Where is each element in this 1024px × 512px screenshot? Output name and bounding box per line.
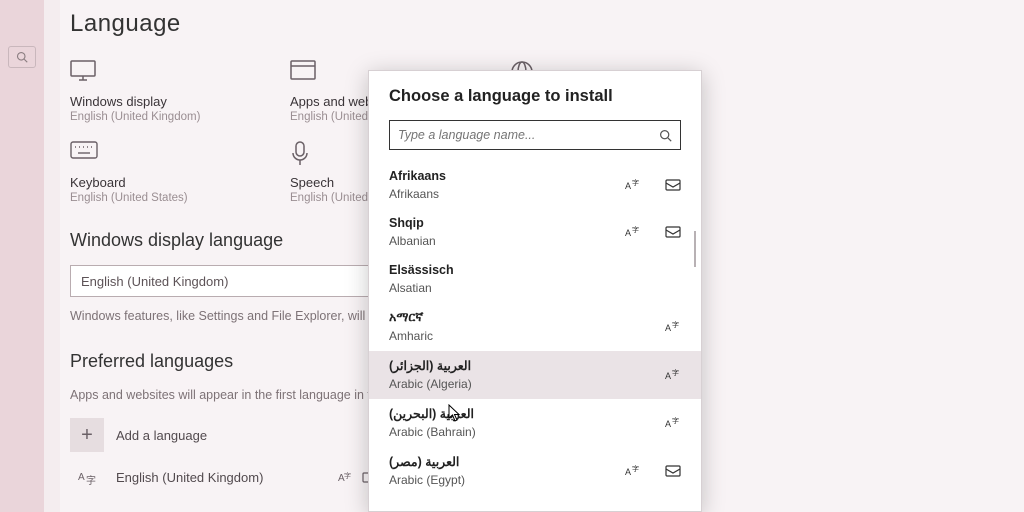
language-native-name: Afrikaans <box>389 169 625 183</box>
scrollbar-thumb[interactable] <box>694 231 696 267</box>
language-search-input[interactable] <box>398 128 659 142</box>
svg-text:A: A <box>78 472 85 483</box>
language-pack-icon <box>665 178 681 192</box>
svg-text:字: 字 <box>632 225 639 234</box>
language-native-name: Shqip <box>389 216 625 230</box>
svg-text:A: A <box>625 467 631 477</box>
left-rail <box>0 0 44 512</box>
language-native-name: العربية (مصر) <box>389 454 625 469</box>
svg-text:A: A <box>625 228 631 238</box>
keyboard-icon <box>70 141 240 167</box>
text-to-speech-icon: A字 <box>665 320 681 334</box>
language-capability-icons: A字 <box>665 416 681 430</box>
svg-text:A: A <box>625 181 631 191</box>
svg-text:字: 字 <box>672 320 679 329</box>
language-row-label: English (United Kingdom) <box>116 470 326 485</box>
language-native-name: Elsässisch <box>389 263 681 277</box>
language-english-name: Alsatian <box>389 281 681 295</box>
language-option[interactable]: አማርኛ AmharicA字 <box>369 303 701 351</box>
language-capability-icons: A字 <box>665 368 681 382</box>
plus-icon: + <box>70 418 104 452</box>
rail-search-button[interactable] <box>8 46 36 68</box>
text-to-speech-icon: A字 <box>625 225 641 239</box>
page-title: Language <box>70 10 1000 38</box>
search-icon <box>659 129 672 142</box>
svg-text:字: 字 <box>672 416 679 425</box>
tile-sub: English (United States) <box>70 192 240 204</box>
language-english-name: Arabic (Egypt) <box>389 473 625 487</box>
language-capability-icons: A字 <box>625 225 681 239</box>
language-english-name: Amharic <box>389 329 665 343</box>
language-option[interactable]: Elsässisch Alsatian <box>369 256 701 303</box>
svg-text:字: 字 <box>344 471 351 480</box>
language-option[interactable]: العربية (الجزائر) Arabic (Algeria)A字 <box>369 351 701 399</box>
language-native-name: العربية (الجزائر) <box>389 358 665 373</box>
svg-text:字: 字 <box>632 178 639 187</box>
tile-windows-display[interactable]: Windows display English (United Kingdom) <box>70 60 240 123</box>
language-pack-icon <box>665 225 681 239</box>
language-list[interactable]: AfrikaansAfrikaansA字ShqipAlbanianA字Elsäs… <box>369 162 701 495</box>
language-option[interactable]: Afrikaans AfrikaansA字 <box>369 162 701 209</box>
language-option[interactable]: Shqip AlbanianA字 <box>369 209 701 256</box>
monitor-icon <box>70 60 240 86</box>
language-glyph-icon: A字 <box>70 466 104 488</box>
svg-text:字: 字 <box>86 474 96 487</box>
language-native-name: አማርኛ <box>389 310 665 325</box>
text-to-speech-icon: A字 <box>665 368 681 382</box>
tile-sub: English (United Kingdom) <box>70 111 240 123</box>
svg-text:A: A <box>665 419 671 429</box>
text-to-speech-icon: A字 <box>665 416 681 430</box>
text-to-speech-icon: A字 <box>625 178 641 192</box>
language-option[interactable]: العربية (مصر) Arabic (Egypt)A字 <box>369 447 701 495</box>
tile-label: Windows display <box>70 94 240 109</box>
language-english-name: Afrikaans <box>389 187 625 201</box>
language-english-name: Arabic (Algeria) <box>389 377 665 391</box>
text-to-speech-icon: A字 <box>625 464 641 478</box>
language-english-name: Albanian <box>389 234 625 248</box>
language-pack-icon <box>665 464 681 478</box>
svg-text:字: 字 <box>672 368 679 377</box>
language-native-name: العربية (البحرين) <box>389 406 665 421</box>
language-capability-icons: A字 <box>625 178 681 192</box>
language-english-name: Arabic (Bahrain) <box>389 425 665 439</box>
tile-label: Keyboard <box>70 175 240 190</box>
choose-language-dialog: Choose a language to install AfrikaansAf… <box>368 70 702 512</box>
add-language-label: Add a language <box>116 428 207 443</box>
tile-keyboard[interactable]: Keyboard English (United States) <box>70 141 240 204</box>
dialog-title: Choose a language to install <box>369 71 701 106</box>
svg-text:字: 字 <box>632 464 639 473</box>
language-capability-icons: A字 <box>665 320 681 334</box>
svg-text:A: A <box>665 371 671 381</box>
language-search-field[interactable] <box>389 120 681 150</box>
svg-text:A: A <box>665 323 671 333</box>
dropdown-value: English (United Kingdom) <box>81 274 228 289</box>
language-capability-icons: A字 <box>625 464 681 478</box>
language-option[interactable]: العربية (البحرين) Arabic (Bahrain)A字 <box>369 399 701 447</box>
